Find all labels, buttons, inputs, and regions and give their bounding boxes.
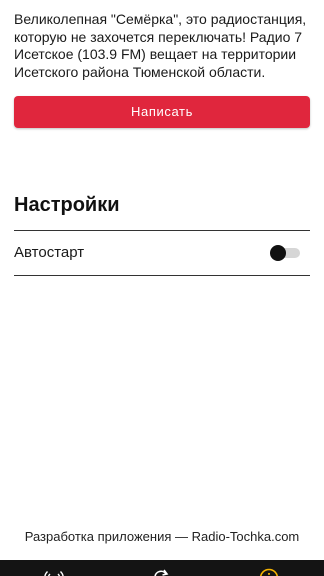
- refresh-icon[interactable]: [150, 567, 172, 576]
- toggle-thumb: [270, 245, 286, 261]
- about-screen: Великолепная "Семёрка", это радиостанция…: [0, 0, 324, 576]
- write-button[interactable]: Написать: [14, 96, 310, 128]
- station-description: Великолепная "Семёрка", это радиостанция…: [14, 11, 307, 80]
- radio-broadcast-icon[interactable]: [43, 567, 65, 576]
- autostart-row[interactable]: Автостарт: [14, 231, 310, 275]
- info-icon[interactable]: [258, 567, 280, 576]
- autostart-label: Автостарт: [14, 244, 85, 261]
- developer-credit-link[interactable]: Разработка приложения — Radio-Tochka.com: [0, 529, 324, 544]
- divider: [14, 275, 310, 276]
- autostart-toggle[interactable]: [270, 245, 300, 261]
- settings-title: Настройки: [14, 194, 120, 216]
- bottom-navigation: [0, 560, 324, 576]
